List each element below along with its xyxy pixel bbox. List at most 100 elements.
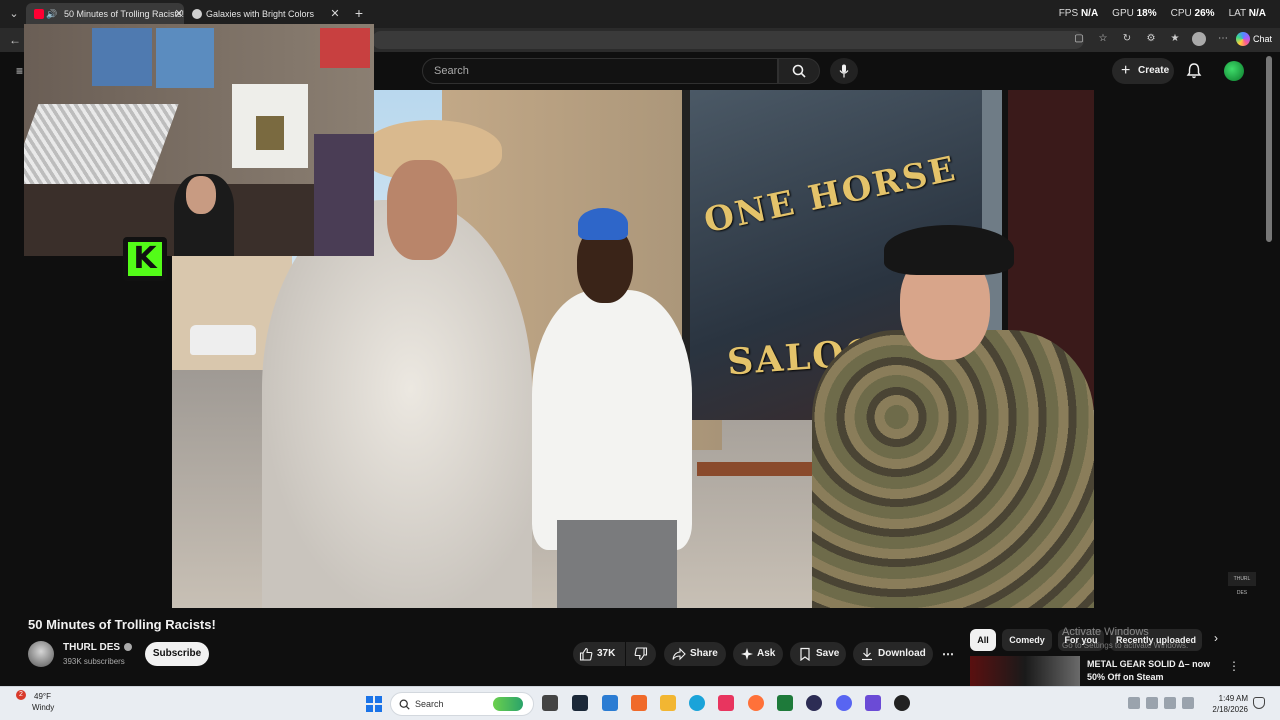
fps-stat: FPS N/A <box>1058 8 1099 19</box>
webcam-flag <box>156 28 214 88</box>
dislike-button[interactable] <box>626 642 656 666</box>
like-count: 37K <box>597 648 616 659</box>
copilot-icon <box>1235 32 1250 46</box>
clock[interactable]: 1:49 AM 2/18/2026 <box>1204 693 1248 715</box>
person-center-pants <box>557 520 677 608</box>
search-button[interactable] <box>778 58 820 84</box>
site-favicon-icon <box>192 9 202 19</box>
file-explorer-icon[interactable] <box>660 695 676 711</box>
chat-label: Chat <box>1252 34 1272 44</box>
ask-label: Ask <box>757 648 776 659</box>
edge-icon[interactable] <box>689 695 705 711</box>
favorite-star-icon[interactable]: ☆ <box>1096 32 1110 46</box>
blue-cap <box>578 208 628 240</box>
capcut-icon[interactable] <box>718 695 734 711</box>
channel-name[interactable]: THURL DES <box>63 642 133 653</box>
weather-alert-badge: 2 <box>16 690 26 700</box>
gpu-stat: GPU 18% <box>1112 8 1157 19</box>
tab-title: 50 Minutes of Trolling Racists! <box>64 9 184 19</box>
webcam-chair <box>314 134 374 256</box>
activate-windows-watermark: Activate Windows <box>1062 626 1149 638</box>
create-button[interactable]: + Create <box>1112 58 1174 84</box>
tray-icon[interactable] <box>1146 697 1158 709</box>
tray-icon[interactable] <box>1128 697 1140 709</box>
weather-widget[interactable]: 2 49°F Windy <box>16 690 54 713</box>
create-label: Create <box>1138 65 1170 76</box>
recommended-video-title[interactable]: METAL GEAR SOLID Δ– now <box>1087 659 1210 669</box>
search-icon <box>399 699 410 710</box>
person-camo <box>812 330 1094 608</box>
like-button[interactable]: 37K <box>573 642 625 666</box>
more-vertical-icon[interactable]: ⋮ <box>1228 659 1240 673</box>
nvidia-icon[interactable] <box>777 695 793 711</box>
share-arrow-icon <box>672 647 686 661</box>
search-highlight-icon <box>493 697 523 711</box>
sparkle-icon <box>741 648 753 660</box>
close-tab-icon[interactable]: ✕ <box>172 6 184 22</box>
brave-icon[interactable] <box>631 695 647 711</box>
subscribe-button[interactable]: Subscribe <box>145 642 209 666</box>
copilot-chat-button[interactable]: Chat <box>1235 32 1272 46</box>
clock-date: 2/18/2026 <box>1212 705 1248 714</box>
account-avatar[interactable] <box>1224 61 1244 81</box>
volume-icon[interactable] <box>1182 697 1194 709</box>
notifications-bell-icon[interactable] <box>1185 62 1203 80</box>
download-label: Download <box>878 648 926 659</box>
performance-overlay: FPS N/A GPU 18% CPU 26% LAT N/A <box>1059 8 1266 19</box>
calculator-icon[interactable] <box>865 695 881 711</box>
new-tab-plus-icon[interactable]: + <box>350 4 368 22</box>
tab-galaxies[interactable]: Galaxies with Bright Colors ✕ <box>186 3 344 25</box>
screen: ⌄ 🔊 50 Minutes of Trolling Racists! ✕ Ga… <box>0 0 1280 720</box>
toolbar-icons: ▢ ☆ ↻ ⚙ ★ ⋯ <box>1072 32 1230 46</box>
channel-avatar[interactable] <box>28 641 54 667</box>
profile-avatar-icon[interactable] <box>1192 32 1206 46</box>
windows-start-icon[interactable] <box>366 696 382 712</box>
search-icon <box>792 64 806 78</box>
more-actions-icon[interactable]: ⋯ <box>938 642 958 666</box>
download-button[interactable]: Download <box>853 642 933 666</box>
back-arrow-icon[interactable]: ← <box>6 31 24 49</box>
kick-logo: K <box>123 237 167 281</box>
wifi-icon[interactable] <box>1164 697 1176 709</box>
discord-icon[interactable] <box>836 695 852 711</box>
video-frame-car <box>190 325 256 355</box>
extensions-icon[interactable]: ⚙ <box>1144 32 1158 46</box>
taskbar-search[interactable]: Search <box>390 692 534 716</box>
obs-icon[interactable] <box>806 695 822 711</box>
share-button[interactable]: Share <box>664 642 726 666</box>
ask-button[interactable]: Ask <box>733 642 783 666</box>
speaker-icon[interactable]: 🔊 <box>46 3 57 25</box>
task-view-icon[interactable] <box>542 695 558 711</box>
chip-all[interactable]: All <box>970 629 996 651</box>
favorites-icon[interactable]: ★ <box>1168 32 1182 46</box>
close-tab-icon[interactable]: ✕ <box>328 6 342 22</box>
save-button[interactable]: Save <box>790 642 846 666</box>
lat-stat: LAT N/A <box>1228 8 1266 19</box>
chevron-right-icon[interactable]: › <box>1214 631 1218 645</box>
reader-mode-icon[interactable]: ▢ <box>1072 32 1086 46</box>
more-options-icon[interactable]: ⋯ <box>1216 32 1230 46</box>
tab-youtube-video[interactable]: 🔊 50 Minutes of Trolling Racists! ✕ <box>26 3 184 25</box>
steam-icon[interactable] <box>572 695 588 711</box>
app-icon[interactable] <box>894 695 910 711</box>
recommended-video-thumbnail[interactable] <box>970 656 1080 686</box>
tab-list-chevron-icon[interactable]: ⌄ <box>4 4 24 24</box>
youtube-favicon-icon <box>34 9 44 19</box>
channel-watermark[interactable]: THURL DES <box>1228 572 1256 596</box>
thumbs-up-icon <box>579 647 593 661</box>
tab-title: Galaxies with Bright Colors <box>206 9 315 19</box>
search-input[interactable]: Search <box>422 58 778 84</box>
subscriber-count: 393K subscribers <box>63 657 125 666</box>
video-title: 50 Minutes of Trolling Racists! <box>28 617 216 632</box>
notification-bell-icon[interactable] <box>1253 697 1265 709</box>
page-scrollbar[interactable] <box>1266 56 1272 242</box>
firefox-icon[interactable] <box>748 695 764 711</box>
voice-search-button[interactable] <box>830 58 858 84</box>
address-bar[interactable] <box>372 31 1084 49</box>
system-tray <box>1128 697 1194 709</box>
refresh-icon[interactable]: ↻ <box>1120 32 1134 46</box>
cpu-stat: CPU 26% <box>1170 8 1215 19</box>
share-label: Share <box>690 648 718 659</box>
chip-comedy[interactable]: Comedy <box>1002 629 1052 651</box>
notepad-icon[interactable] <box>602 695 618 711</box>
